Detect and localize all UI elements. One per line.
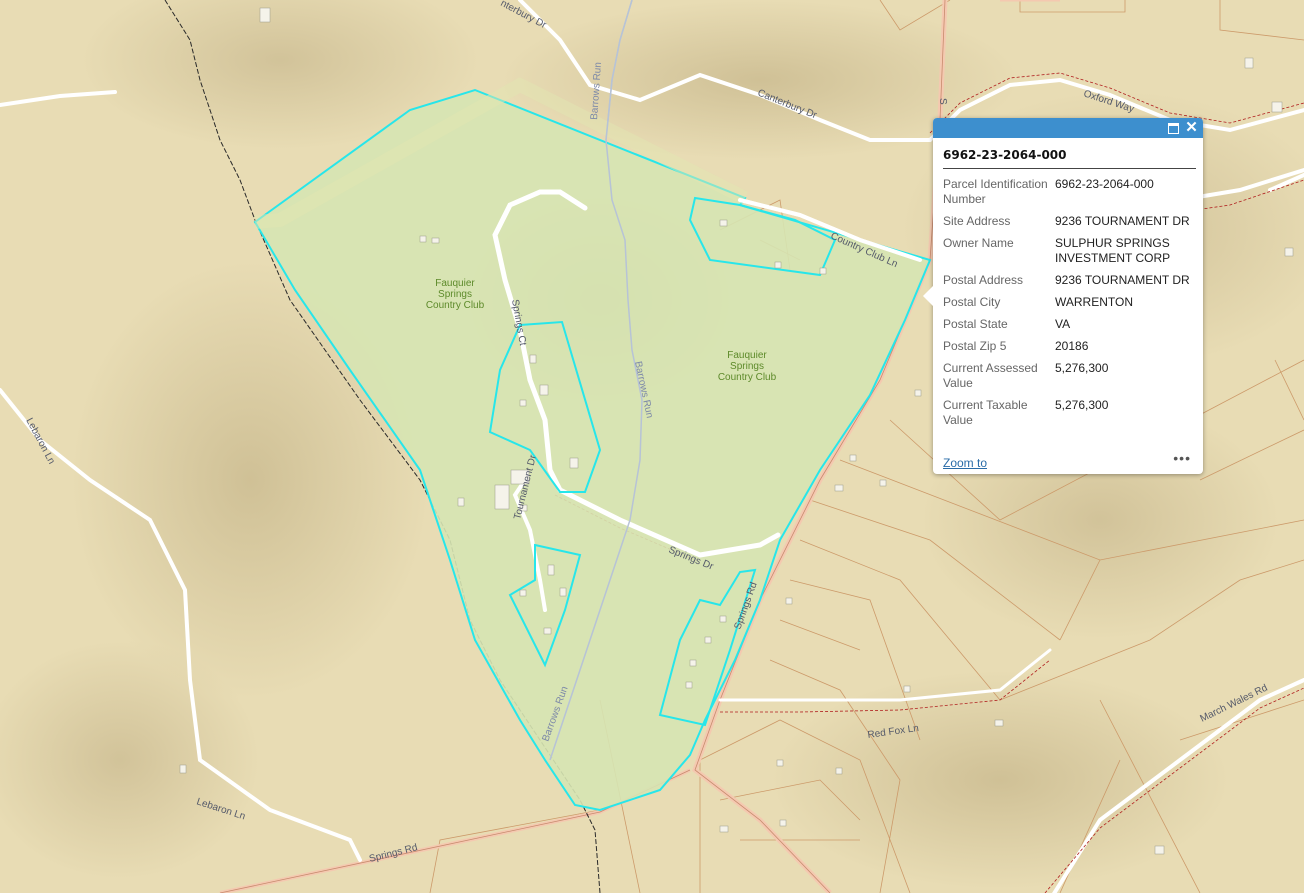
- popup-pointer: [923, 286, 933, 306]
- attribute-value: 9236 TOURNAMENT DR: [1055, 214, 1190, 228]
- attribute-label: Parcel Identification Number: [943, 177, 1048, 206]
- attribute-row: Parcel Identification Number 6962-23-2064…: [943, 177, 1193, 214]
- attribute-value: WARRENTON: [1055, 295, 1133, 309]
- attribute-row: Owner Name SULPHUR SPRINGS INVESTMENT COR…: [943, 236, 1193, 273]
- svg-text:Fauquier: Fauquier: [727, 350, 767, 361]
- attribute-row: Current Taxable Value 5,276,300: [943, 398, 1193, 435]
- popup-title: 6962-23-2064-000: [943, 148, 1196, 169]
- more-horizontal-icon[interactable]: •••: [1173, 450, 1191, 466]
- attribute-label: Postal City: [943, 295, 1001, 309]
- close-icon[interactable]: ✕: [1184, 120, 1199, 135]
- attribute-value: 6962-23-2064-000: [1055, 177, 1154, 191]
- attribute-value: 20186: [1055, 339, 1089, 353]
- attribute-table: Parcel Identification Number 6962-23-2064…: [943, 177, 1193, 435]
- popup-footer: Zoom to •••: [943, 450, 1191, 470]
- attribute-label: Postal Zip 5: [943, 339, 1007, 353]
- attribute-row: Current Assessed Value 5,276,300: [943, 361, 1193, 398]
- attribute-row: Postal State VA: [943, 317, 1193, 339]
- attribute-row: Postal City WARRENTON: [943, 295, 1193, 317]
- attribute-label: Current Assessed Value: [943, 361, 1038, 390]
- attribute-value: SULPHUR SPRINGS INVESTMENT CORP: [1055, 236, 1171, 265]
- svg-text:Springs: Springs: [438, 289, 472, 300]
- popup-header: ✕: [933, 118, 1203, 138]
- attribute-value: 5,276,300: [1055, 361, 1109, 375]
- maximize-icon[interactable]: [1166, 120, 1181, 135]
- attribute-value: VA: [1055, 317, 1071, 331]
- road-label-s: S: [937, 98, 948, 105]
- attribute-row: Postal Address 9236 TOURNAMENT DR: [943, 273, 1193, 295]
- attribute-label: Postal Address: [943, 273, 1024, 287]
- attribute-value: 5,276,300: [1055, 398, 1109, 412]
- svg-text:Country Club: Country Club: [426, 300, 485, 311]
- attribute-value: 9236 TOURNAMENT DR: [1055, 273, 1190, 287]
- zoom-to-link[interactable]: Zoom to: [943, 456, 987, 470]
- svg-text:Springs: Springs: [730, 361, 764, 372]
- identify-popup: ✕ 6962-23-2064-000 Parcel Identification…: [923, 118, 1203, 474]
- attribute-label: Postal State: [943, 317, 1008, 331]
- attribute-row: Postal Zip 5 20186: [943, 339, 1193, 361]
- svg-text:Country Club: Country Club: [718, 372, 777, 383]
- attribute-label: Site Address: [943, 214, 1011, 228]
- attribute-label: Current Taxable Value: [943, 398, 1028, 427]
- svg-text:Fauquier: Fauquier: [435, 278, 475, 289]
- attribute-row: Site Address 9236 TOURNAMENT DR: [943, 214, 1193, 236]
- attribute-label: Owner Name: [943, 236, 1014, 250]
